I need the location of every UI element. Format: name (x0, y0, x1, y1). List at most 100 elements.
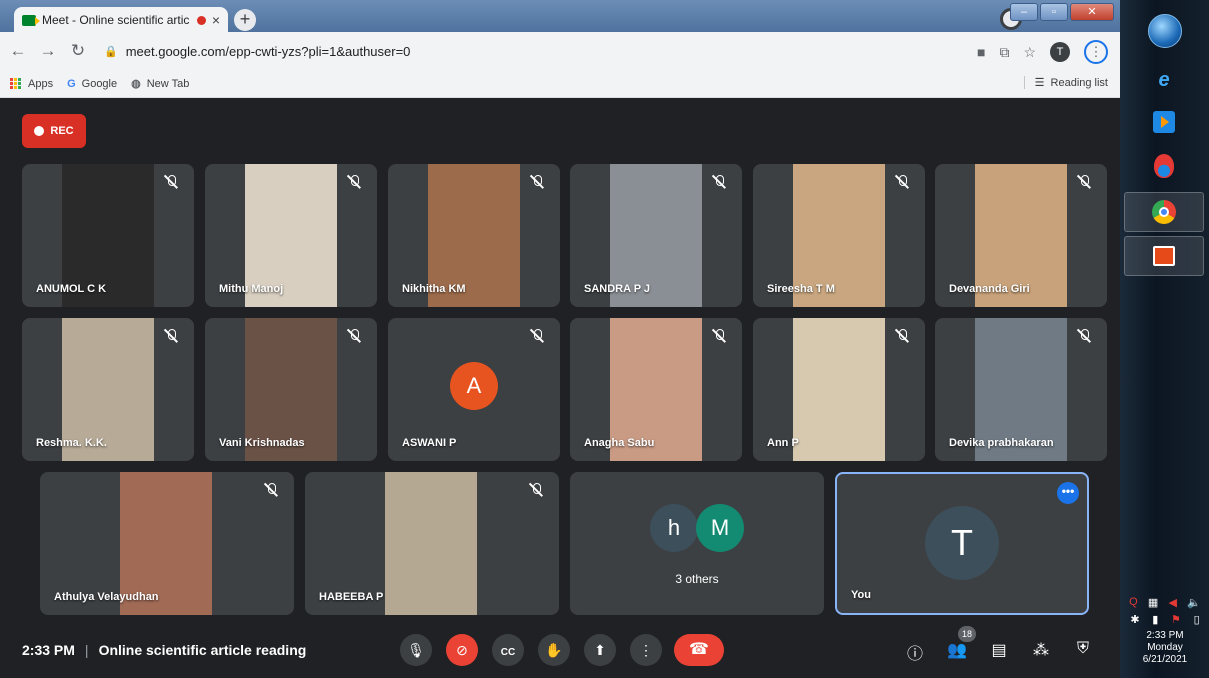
camera-in-use-icon[interactable]: ■ (977, 44, 985, 60)
self-tile[interactable]: T ••• You (835, 472, 1089, 615)
participant-name: Devananda Giri (949, 283, 1030, 295)
activities-button[interactable]: ⁂ (1030, 640, 1052, 660)
more-options-button[interactable]: ⋮ (630, 634, 662, 666)
reading-list-button[interactable]: ☰ Reading list (1023, 76, 1108, 89)
mic-muted-icon (160, 328, 182, 350)
app-flame-icon[interactable] (1146, 148, 1182, 184)
participant-name: SANDRA P J (584, 283, 651, 295)
reload-icon[interactable]: ↻ (66, 41, 90, 61)
more-vert-icon: ⋮ (639, 642, 653, 658)
participant-tile[interactable]: Anagha Sabu (570, 318, 742, 461)
bookmark-star-icon[interactable]: ☆ (1023, 44, 1036, 61)
tray-app-icon[interactable]: Q (1129, 596, 1138, 609)
bookmark-apps[interactable]: Apps (10, 77, 54, 90)
chrome-icon[interactable] (1146, 194, 1182, 230)
people-button[interactable]: 👥 (946, 640, 968, 660)
profile-avatar[interactable]: T (1050, 42, 1070, 62)
meeting-time: 2:33 PM (22, 642, 75, 658)
close-window-button[interactable]: ✕ (1070, 3, 1114, 21)
participant-tile[interactable]: Ann P (753, 318, 925, 461)
toolbar-actions: ■ ⧉ ☆ T ⋮ (977, 40, 1108, 64)
microphone-button[interactable]: 🎙 (400, 634, 432, 666)
bookmark-google[interactable]: G Google (67, 78, 117, 90)
participant-tile[interactable]: HABEEBA P (305, 472, 559, 615)
bookmarks-bar: Apps G Google ◍ New Tab ☰ Reading list (0, 70, 1120, 98)
leave-call-button[interactable]: ☎ (674, 634, 724, 666)
microphone-icon: 🎙 (407, 642, 425, 658)
tray-app2-icon[interactable]: ▦ (1148, 596, 1158, 609)
minimize-button[interactable]: ‒ (1010, 3, 1038, 21)
reading-list-icon: ☰ (1034, 77, 1045, 89)
tab-meet[interactable]: Meet - Online scientific artic × (14, 7, 228, 33)
others-tile[interactable]: hM 3 others (570, 472, 824, 615)
present-screen-button[interactable]: ⬆ (584, 634, 616, 666)
mic-muted-icon (343, 174, 365, 196)
chat-button[interactable]: ▤ (988, 640, 1010, 660)
media-player-icon[interactable] (1146, 104, 1182, 140)
start-button[interactable] (1148, 14, 1182, 48)
participant-name: Devika prabhakaran (949, 437, 1054, 449)
browser-menu-icon[interactable]: ⋮ (1084, 40, 1108, 64)
participant-tile[interactable]: Devananda Giri (935, 164, 1107, 307)
signal-icon[interactable]: ▮ (1152, 613, 1158, 626)
presentation-app-icon[interactable] (1146, 238, 1182, 274)
action-center-flag-icon[interactable]: ⚑ (1171, 613, 1181, 626)
new-tab-button[interactable]: + (234, 9, 256, 31)
camera-off-button[interactable]: ⊘ (446, 634, 478, 666)
url-text: meet.google.com/epp-cwti-yzs?pli=1&authu… (125, 43, 411, 59)
present-icon: ⬆ (594, 642, 606, 658)
mic-muted-icon (525, 482, 547, 504)
host-controls-button[interactable]: ⛨ (1072, 640, 1094, 658)
address-bar-row: ← → ↻ 🔒 meet.google.com/epp-cwti-yzs?pli… (0, 32, 1120, 70)
bluetooth-icon[interactable]: ✱ (1130, 613, 1139, 626)
meeting-title: Online scientific article reading (98, 642, 307, 658)
participant-name: ANUMOL C K (36, 283, 107, 295)
participant-tile[interactable]: A ASWANI P (388, 318, 560, 461)
participant-tile[interactable]: ANUMOL C K (22, 164, 194, 307)
others-label: 3 others (675, 572, 719, 586)
mic-muted-icon (526, 328, 548, 350)
participant-tile[interactable]: Devika prabhakaran (935, 318, 1107, 461)
recording-badge[interactable]: REC (22, 114, 86, 148)
meet-stage: REC ANUMOL C K Mithu Manoj Nikhitha KM SAND… (0, 98, 1120, 678)
participant-tile[interactable]: Vani Krishnadas (205, 318, 377, 461)
participant-name: Athulya Velayudhan (54, 591, 159, 603)
url-field[interactable]: 🔒 meet.google.com/epp-cwti-yzs?pli=1&aut… (104, 38, 990, 64)
tray-warning-icon[interactable]: ◀ (1168, 596, 1176, 609)
maximize-button[interactable]: ▫ (1040, 3, 1068, 21)
tab-close-button[interactable]: × (212, 12, 220, 28)
mic-muted-icon (708, 328, 730, 350)
screen: Meet - Online scientific artic × + ‒ ▫ ✕… (0, 0, 1209, 678)
participant-tile[interactable]: Mithu Manoj (205, 164, 377, 307)
activities-icon: ⁂ (1033, 642, 1049, 659)
participant-video (385, 472, 477, 615)
meeting-controls-bar: 2:33 PM | Online scientific article readin… (0, 620, 1120, 678)
participant-tile[interactable]: Nikhitha KM (388, 164, 560, 307)
participant-tile[interactable]: SANDRA P J (570, 164, 742, 307)
back-arrow-icon[interactable]: ← (6, 41, 30, 61)
info-icon: ⓘ (906, 646, 923, 663)
participant-tile[interactable]: Sireesha T M (753, 164, 925, 307)
translate-icon[interactable]: ⧉ (999, 44, 1009, 61)
system-tray: Q ▦ ◀ 🔈 ✱ ▮ ⚑ ▯ 2:33 PM Monday 6/21/2021 (1124, 596, 1206, 666)
captions-button[interactable]: CC (492, 634, 524, 666)
tile-more-options-button[interactable]: ••• (1057, 482, 1079, 504)
power-icon[interactable]: ▯ (1194, 613, 1200, 626)
self-avatar: T (925, 506, 999, 580)
taskbar-clock[interactable]: 2:33 PM Monday 6/21/2021 (1124, 630, 1206, 666)
participant-tile[interactable]: Reshma. K.K. (22, 318, 194, 461)
bookmark-new-tab[interactable]: ◍ New Tab (131, 77, 189, 91)
mic-muted-icon (1073, 328, 1095, 350)
bookmark-label: Apps (28, 77, 54, 90)
participant-name: Sireesha T M (767, 283, 835, 295)
participant-tile[interactable]: Athulya Velayudhan (40, 472, 294, 615)
clock-day: Monday (1147, 642, 1183, 653)
bookmark-label: Google (81, 77, 118, 90)
mic-muted-icon (160, 174, 182, 196)
meeting-details-button[interactable]: ⓘ (904, 640, 926, 664)
forward-arrow-icon[interactable]: → (36, 41, 60, 61)
internet-explorer-icon[interactable]: e (1146, 62, 1182, 98)
browser-tab-bar: Meet - Online scientific artic × + ‒ ▫ ✕ (0, 0, 1120, 33)
raise-hand-button[interactable]: ✋ (538, 634, 570, 666)
volume-icon[interactable]: 🔈 (1187, 596, 1201, 609)
